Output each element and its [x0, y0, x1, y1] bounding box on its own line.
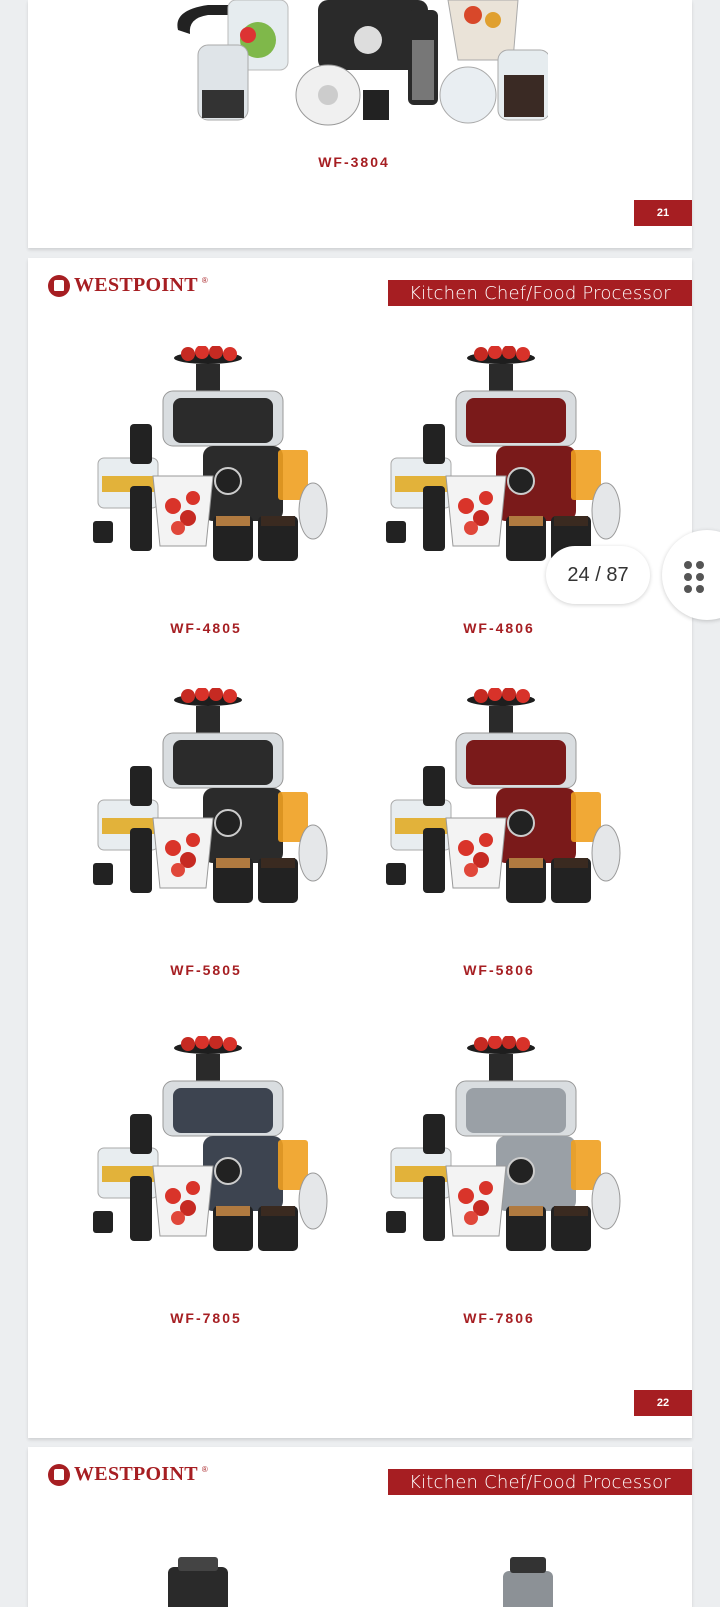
westpoint-logo-icon [48, 1463, 70, 1486]
model-label: WF-5806 [463, 962, 535, 978]
page-indicator: 24 / 87 [546, 546, 650, 604]
section-title: Kitchen Chef/Food Processor [388, 1469, 692, 1495]
product-image [93, 688, 328, 903]
brand-name: WESTPOINT [74, 1463, 198, 1485]
section-title: Kitchen Chef/Food Processor [388, 280, 692, 306]
registered-mark: ® [201, 1465, 208, 1474]
model-label: WF-7805 [170, 1310, 242, 1326]
brand-name: WESTPOINT [74, 274, 198, 296]
page-number: 21 [634, 200, 692, 226]
westpoint-logo: WESTPOINT ® [48, 274, 208, 297]
product-image [386, 688, 621, 903]
product-image [93, 346, 328, 561]
product-image-wf-3804 [177, 0, 548, 126]
catalog-page-21: WF-3804 21 [28, 0, 692, 248]
westpoint-logo-icon [48, 274, 70, 297]
registered-mark: ® [201, 276, 208, 285]
catalog-page-23: WESTPOINT ® Kitchen Chef/Food Processor [28, 1447, 692, 1607]
westpoint-logo: WESTPOINT ® [48, 1463, 208, 1486]
product-image [93, 1036, 328, 1251]
model-label: WF-4805 [170, 620, 242, 636]
model-label: WF-5805 [170, 962, 242, 978]
model-label: WF-3804 [318, 154, 390, 170]
model-label: WF-4806 [463, 620, 535, 636]
page-number: 22 [634, 1390, 692, 1416]
catalog-page-22: WESTPOINT ® Kitchen Chef/Food Processor … [28, 258, 692, 1438]
product-image [386, 1036, 621, 1251]
product-image [386, 346, 621, 561]
model-label: WF-7806 [463, 1310, 535, 1326]
